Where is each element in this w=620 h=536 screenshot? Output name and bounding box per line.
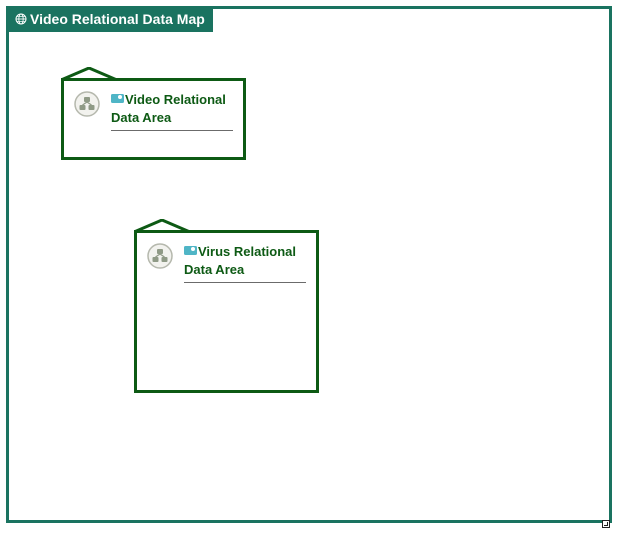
relational-node-icon <box>74 91 100 117</box>
area-label-line2: Data Area <box>111 110 172 125</box>
area-tab <box>134 219 191 233</box>
globe-icon <box>15 13 27 25</box>
expand-icon[interactable] <box>602 520 610 528</box>
area-label-line1: Virus Relational <box>198 244 297 259</box>
area-label: Video Relational Data Area <box>111 91 226 127</box>
database-icon <box>184 246 197 255</box>
map-title-bar[interactable]: Video Relational Data Map <box>6 6 213 32</box>
label-underline <box>111 130 233 131</box>
area-label: Virus Relational Data Area <box>184 243 296 279</box>
label-underline <box>184 282 306 283</box>
area-tab <box>61 67 118 81</box>
database-icon <box>111 94 124 103</box>
virus-relational-data-area[interactable]: Virus Relational Data Area <box>134 219 319 393</box>
area-label-line2: Data Area <box>184 262 245 277</box>
video-relational-data-area[interactable]: Video Relational Data Area <box>61 67 246 160</box>
relational-node-icon <box>147 243 173 269</box>
area-label-line1: Video Relational <box>125 92 226 107</box>
map-title-text: Video Relational Data Map <box>30 11 205 27</box>
